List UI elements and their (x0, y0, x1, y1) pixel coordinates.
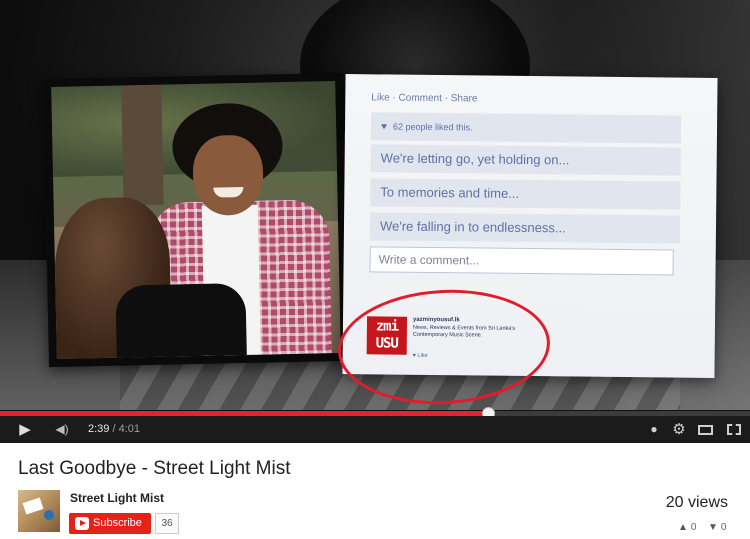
video-title: Last Goodbye - Street Light Mist (18, 458, 291, 479)
thumbs-down-icon: ▼ (708, 522, 718, 533)
dislike-count: 0 (720, 522, 727, 533)
subscribe-label: Subscribe (93, 517, 142, 529)
avatar-card (22, 497, 44, 515)
total-time: 4:01 (118, 423, 141, 435)
photo-tree (121, 84, 164, 206)
theater-icon[interactable] (694, 416, 716, 443)
comment-line-1: We're letting go, yet holding on... (370, 144, 681, 176)
thumbs-up-icon: ▲ (678, 522, 688, 533)
heart-icon: ♥ (380, 121, 388, 133)
time-separator: / (112, 423, 116, 435)
time-display: 2:39 / 4:01 (88, 416, 140, 443)
like-count: 0 (690, 522, 697, 533)
photo-card (43, 72, 349, 368)
youtube-icon (75, 517, 89, 530)
likes-row: ♥ 62 people liked this. (370, 112, 682, 144)
comment-line-3: We're falling in to endlessness... (369, 212, 681, 244)
write-comment-box: Write a comment... (369, 246, 674, 276)
like-button[interactable]: ▲ 0 (678, 522, 696, 533)
view-count: 20 views (665, 494, 728, 511)
clock-icon[interactable]: ● (644, 416, 664, 443)
photo-woman-body (115, 282, 247, 358)
fullscreen-icon[interactable] (722, 416, 746, 443)
play-icon[interactable]: ▶ (12, 416, 38, 443)
subscribe-button[interactable]: Subscribe (69, 513, 151, 534)
volume-icon[interactable]: ◀) (50, 416, 74, 443)
video-frame[interactable]: Like · Comment · Share ♥ 62 people liked … (0, 0, 750, 410)
dislike-button[interactable]: ▼ 0 (708, 522, 726, 533)
comment-line-2: To memories and time... (370, 178, 681, 210)
channel-avatar[interactable] (18, 490, 60, 532)
video-player[interactable]: Like · Comment · Share ♥ 62 people liked … (0, 0, 750, 443)
control-bar: ▶ ◀) 2:39 / 4:01 ● ⚙ (0, 416, 750, 443)
channel-name[interactable]: Street Light Mist (70, 491, 164, 505)
photo-image (51, 81, 341, 359)
current-time: 2:39 (88, 423, 110, 435)
gear-icon[interactable]: ⚙ (668, 416, 690, 443)
avatar-dot (44, 510, 54, 520)
likes-text: 62 people liked this. (392, 121, 473, 133)
post-actions: Like · Comment · Share (371, 92, 478, 105)
subscriber-count: 36 (155, 513, 179, 534)
